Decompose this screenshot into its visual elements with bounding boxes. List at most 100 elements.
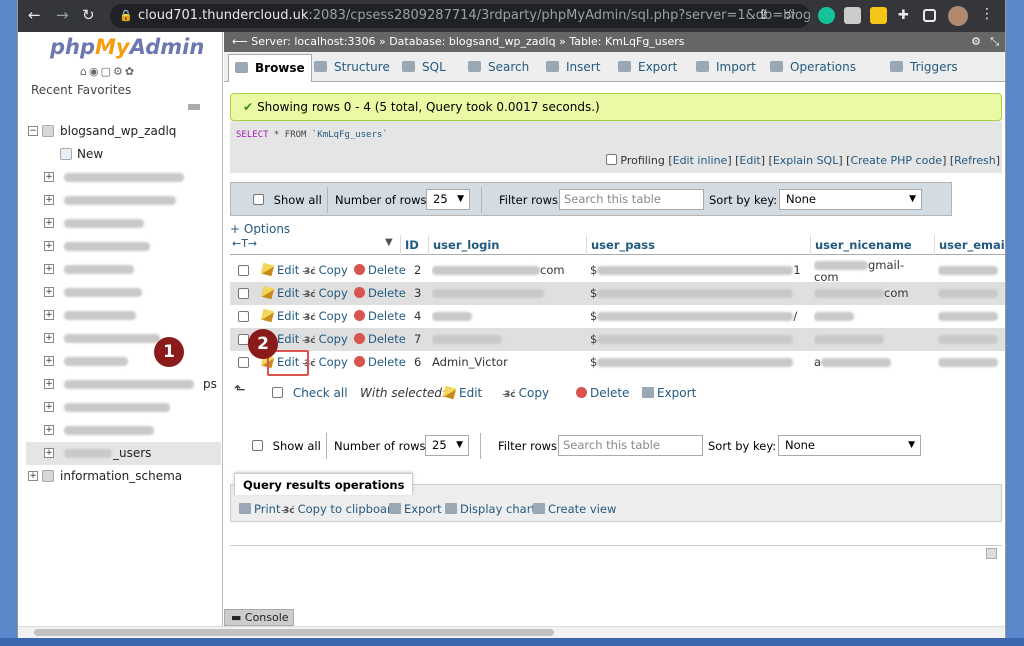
delete-row-link[interactable]: Delete [354, 305, 406, 328]
print-button[interactable]: Print [239, 502, 280, 516]
edit-row-link[interactable]: Edit [260, 282, 299, 305]
avatar[interactable] [948, 6, 968, 26]
rows-select[interactable]: 25 ▼ [425, 435, 469, 456]
column-header-id[interactable]: ID [400, 235, 428, 255]
expand-icon[interactable]: + [44, 333, 54, 343]
expand-icon[interactable]: + [44, 379, 54, 389]
expand-icon[interactable]: + [44, 287, 54, 297]
console-toggle[interactable]: ▬ Console [224, 609, 294, 626]
share-icon[interactable]: ⇪ [758, 8, 769, 23]
tab-export[interactable]: Export [612, 54, 683, 82]
tree-new[interactable]: New [26, 143, 221, 166]
favorites-tab[interactable]: Favorites [77, 83, 131, 97]
sort-select[interactable]: None ▼ [778, 435, 921, 456]
collapse-all-icon[interactable] [188, 104, 200, 110]
tab-browse[interactable]: Browse [228, 54, 312, 82]
edit-inline-link[interactable]: Edit inline [673, 154, 728, 167]
check-all-checkbox[interactable] [272, 387, 283, 398]
sidepanel-icon[interactable] [923, 9, 936, 22]
cell-user-email[interactable] [938, 282, 1005, 305]
expand-icon[interactable]: + [44, 264, 54, 274]
cell-user-nicename[interactable] [814, 305, 932, 328]
notes-extension-icon[interactable] [870, 7, 887, 24]
tree-table[interactable]: + [26, 419, 221, 442]
tree-db-information-schema[interactable]: + information_schema [26, 465, 221, 488]
cell-user-pass[interactable]: $ / [590, 305, 810, 328]
edit-query-link[interactable]: Edit [739, 154, 760, 167]
delete-row-link[interactable]: Delete [354, 282, 406, 305]
tree-table[interactable]: + [26, 235, 221, 258]
column-header-user-nicename[interactable]: user_nicename [810, 235, 934, 255]
recent-tab[interactable]: Recent [31, 83, 72, 97]
cell-user-login[interactable]: Admin_Victor [432, 351, 582, 374]
row-checkbox[interactable] [238, 265, 249, 276]
grammarly-extension-icon[interactable] [818, 7, 835, 24]
copy-row-link[interactable]: 3̶ć Copy [304, 282, 348, 307]
tab-search[interactable]: Search [462, 54, 535, 82]
cell-id[interactable]: 7 [414, 328, 421, 351]
back-icon[interactable]: ← [28, 6, 41, 24]
column-arrows-icon[interactable]: ←T→ [232, 237, 257, 250]
tab-insert[interactable]: Insert [540, 54, 606, 82]
expand-icon[interactable]: + [28, 471, 38, 481]
star-icon[interactable]: ☆ [784, 7, 797, 23]
bulk-copy-button[interactable]: 3̶ć Copy [504, 386, 549, 400]
edit-row-link[interactable]: Edit [260, 259, 299, 282]
tree-table[interactable]: + [26, 304, 221, 327]
collapse-nav-icon[interactable]: ⟵ [232, 35, 251, 48]
copy-clipboard-button[interactable]: 3̶ć Copy to clipboard [283, 502, 399, 516]
page-settings-icon[interactable] [986, 548, 997, 559]
breadcrumb-table[interactable]: Table: KmLqFg_users [569, 35, 684, 48]
tree-table[interactable]: + [26, 166, 221, 189]
sort-select[interactable]: None ▼ [779, 189, 922, 210]
tree-table[interactable]: + [26, 350, 221, 373]
cell-user-email[interactable] [938, 351, 1005, 374]
cell-id[interactable]: 6 [414, 351, 421, 374]
column-header-user-login[interactable]: user_login [428, 235, 586, 255]
bulk-delete-button[interactable]: Delete [576, 386, 629, 400]
cell-user-nicename[interactable]: a [814, 351, 932, 374]
nav-quick-icons[interactable]: ⌂◉▢⚙✿ [80, 65, 136, 78]
tab-import[interactable]: Import [690, 54, 762, 82]
sort-dropdown-icon[interactable]: ▼ [385, 237, 393, 248]
row-checkbox[interactable] [238, 357, 249, 368]
expand-icon[interactable]: + [44, 448, 54, 458]
filter-input[interactable]: Search this table [559, 189, 704, 210]
reload-icon[interactable]: ↻ [82, 6, 95, 24]
cell-user-nicename[interactable]: gmail-com [814, 259, 932, 283]
fullscreen-icon[interactable]: ⤡ [990, 32, 999, 52]
shield-extension-icon[interactable] [844, 7, 861, 24]
create-php-link[interactable]: Create PHP code [850, 154, 942, 167]
delete-row-link[interactable]: Delete [354, 328, 406, 351]
show-all-checkbox[interactable] [252, 440, 263, 451]
cell-user-login[interactable]: com [432, 259, 582, 282]
puzzle-icon[interactable]: ✚ [898, 8, 909, 23]
tree-db-blogsand[interactable]: − blogsand_wp_zadlq [26, 120, 221, 143]
column-header-user-pass[interactable]: user_pass [586, 235, 810, 255]
expand-icon[interactable]: + [44, 195, 54, 205]
expand-icon[interactable]: + [44, 172, 54, 182]
delete-row-link[interactable]: Delete [354, 351, 406, 374]
tree-table[interactable]: + [26, 396, 221, 419]
address-bar[interactable]: 🔒 cloud701.thundercloud.uk:2083/cpsess28… [110, 4, 810, 28]
phpmyadmin-logo[interactable]: phpMyAdmin [50, 35, 204, 59]
breadcrumb-database[interactable]: Database: blogsand_wp_zadlq [389, 35, 555, 48]
show-all-checkbox[interactable] [253, 194, 264, 205]
copy-row-link[interactable]: 3̶ć Copy [304, 259, 348, 284]
cell-user-email[interactable] [938, 305, 1005, 328]
explain-sql-link[interactable]: Explain SQL [773, 154, 839, 167]
tab-sql[interactable]: SQL [396, 54, 452, 82]
expand-icon[interactable]: + [44, 402, 54, 412]
breadcrumb-server[interactable]: Server: localhost:3306 [251, 35, 375, 48]
cell-user-pass[interactable]: $ [590, 282, 810, 305]
rows-select[interactable]: 25 ▼ [426, 189, 470, 210]
bulk-export-button[interactable]: Export [642, 386, 696, 400]
tree-table[interactable]: + [26, 327, 221, 350]
cell-user-login[interactable] [432, 305, 582, 328]
tree-table[interactable]: + [26, 281, 221, 304]
cell-user-nicename[interactable]: com [814, 282, 932, 305]
tree-table[interactable]: + [26, 258, 221, 281]
bulk-edit-button[interactable]: Edit [442, 385, 482, 400]
row-checkbox[interactable] [238, 288, 249, 299]
cell-user-email[interactable] [938, 328, 1005, 351]
